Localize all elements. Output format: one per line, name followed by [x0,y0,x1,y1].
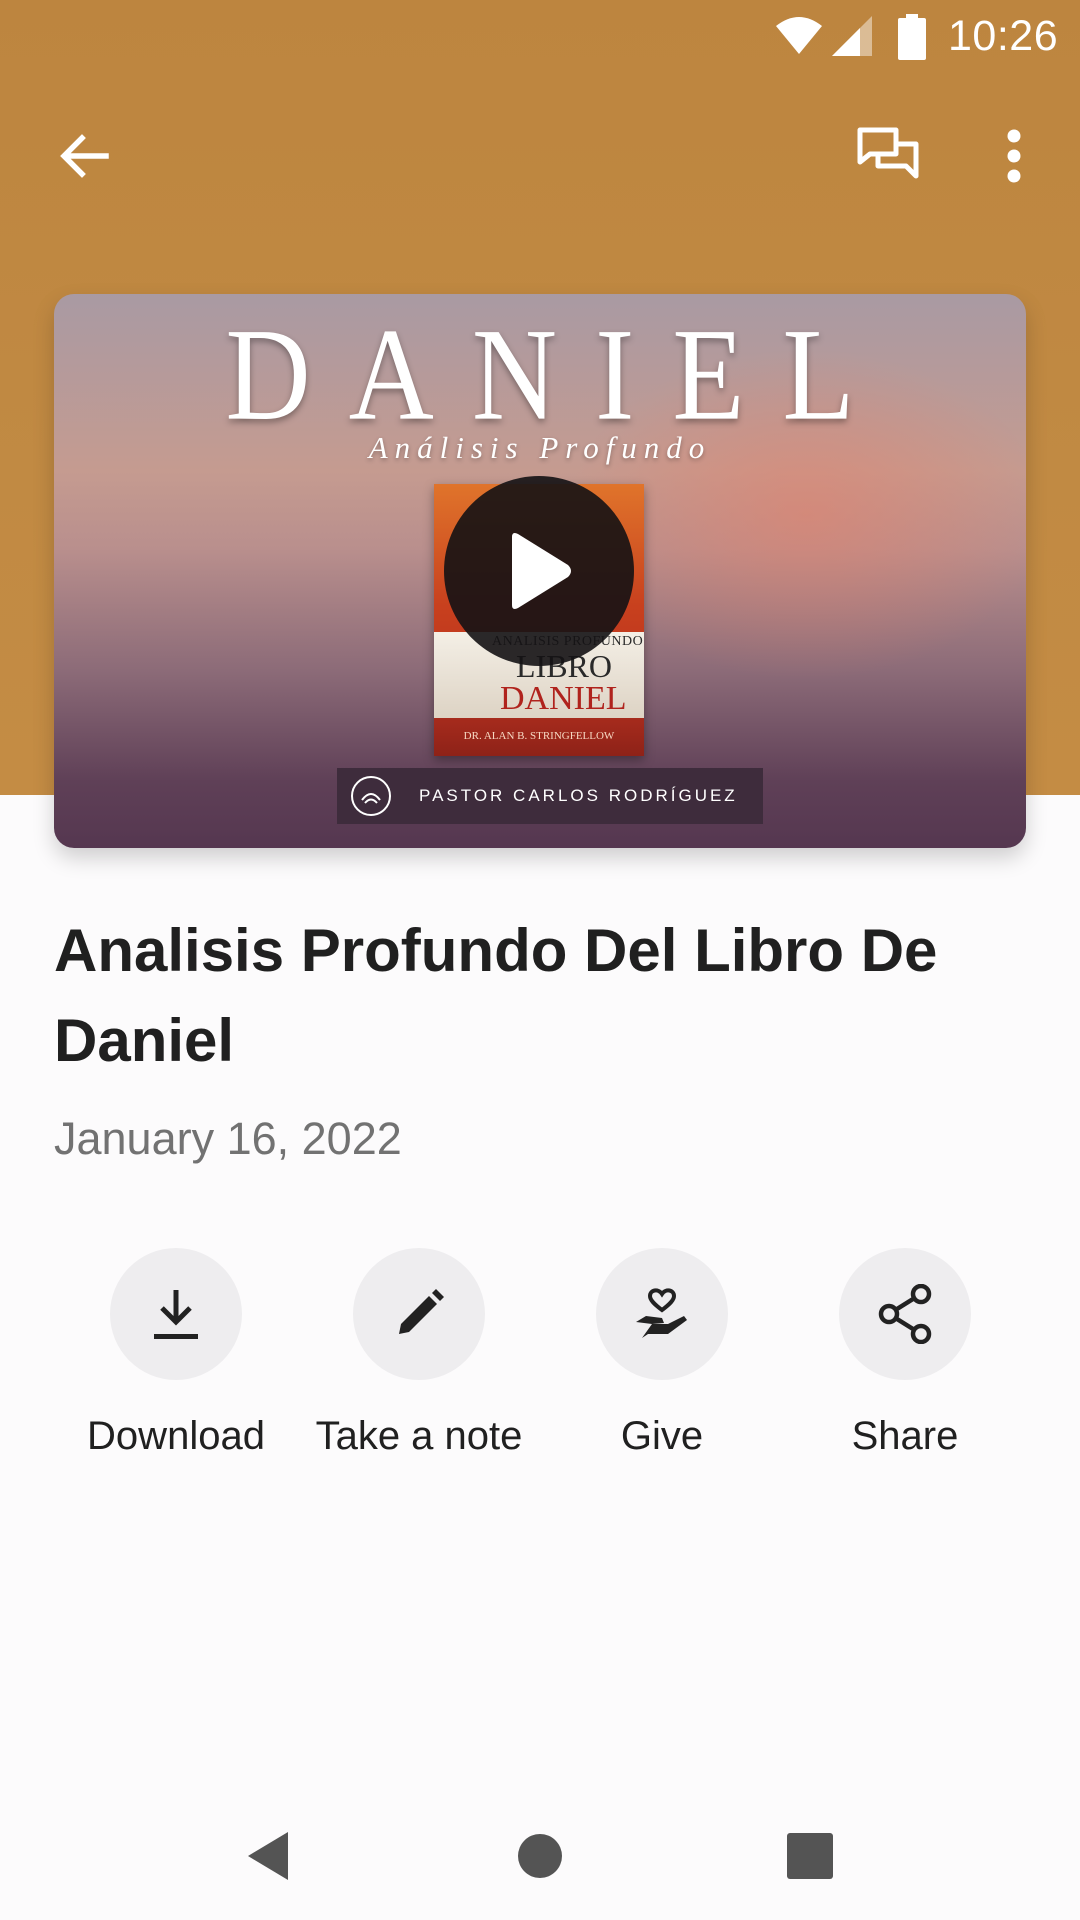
back-button[interactable] [36,108,132,204]
church-logo-icon [351,776,391,816]
nav-back-icon [248,1832,288,1880]
speaker-name: PASTOR CARLOS RODRÍGUEZ [419,786,738,805]
status-bar: 10:26 [0,0,1080,76]
video-player[interactable]: DANIEL Análisis Profundo ANALISIS PROFUN… [54,294,1026,848]
more-vert-icon [1007,129,1021,183]
download-circle [110,1248,242,1380]
play-button[interactable] [444,476,634,666]
battery-icon [898,14,926,60]
status-clock: 10:26 [948,12,1059,60]
speaker-banner: PASTOR CARLOS RODRÍGUEZ [337,768,763,824]
share-button[interactable]: Share [785,1248,1025,1459]
wifi-icon [776,17,822,54]
give-circle [596,1248,728,1380]
thumbnail-subtitle: Análisis Profundo [368,430,712,465]
share-circle [839,1248,971,1380]
book-cover-author: DR. ALAN B. STRINGFELLOW [463,730,615,742]
chat-bubbles-icon [857,127,919,179]
nav-recents-button[interactable] [774,1820,846,1892]
media-title: Analisis Profundo Del Libro De Daniel [54,917,938,1074]
action-bar: Download Take a note Give Share [0,1248,1080,1468]
media-date: January 16, 2022 [54,1113,402,1164]
nav-recents-icon [787,1833,833,1879]
more-options-button[interactable] [966,108,1062,204]
download-label: Download [87,1414,265,1458]
give-label: Give [620,1414,704,1458]
nav-home-button[interactable] [504,1820,576,1892]
pencil-icon [399,1289,444,1334]
hand-heart-icon [636,1288,687,1338]
arrow-left-icon [60,134,109,178]
take-note-circle [353,1248,485,1380]
system-navigation-bar [0,1792,1080,1920]
discussion-button[interactable] [840,108,936,204]
book-cover-line3: DANIEL [500,680,627,717]
take-note-button[interactable]: Take a note [299,1248,539,1459]
download-button[interactable]: Download [56,1248,296,1459]
share-icon [878,1284,932,1344]
signal-icon [832,16,872,56]
nav-home-icon [518,1834,562,1878]
play-icon [512,533,571,609]
thumbnail-title: DANIEL [225,301,893,448]
share-label: Share [851,1414,959,1458]
take-note-label: Take a note [315,1414,523,1458]
nav-back-button[interactable] [232,1820,304,1892]
download-icon [154,1290,198,1339]
give-button[interactable]: Give [542,1248,782,1459]
